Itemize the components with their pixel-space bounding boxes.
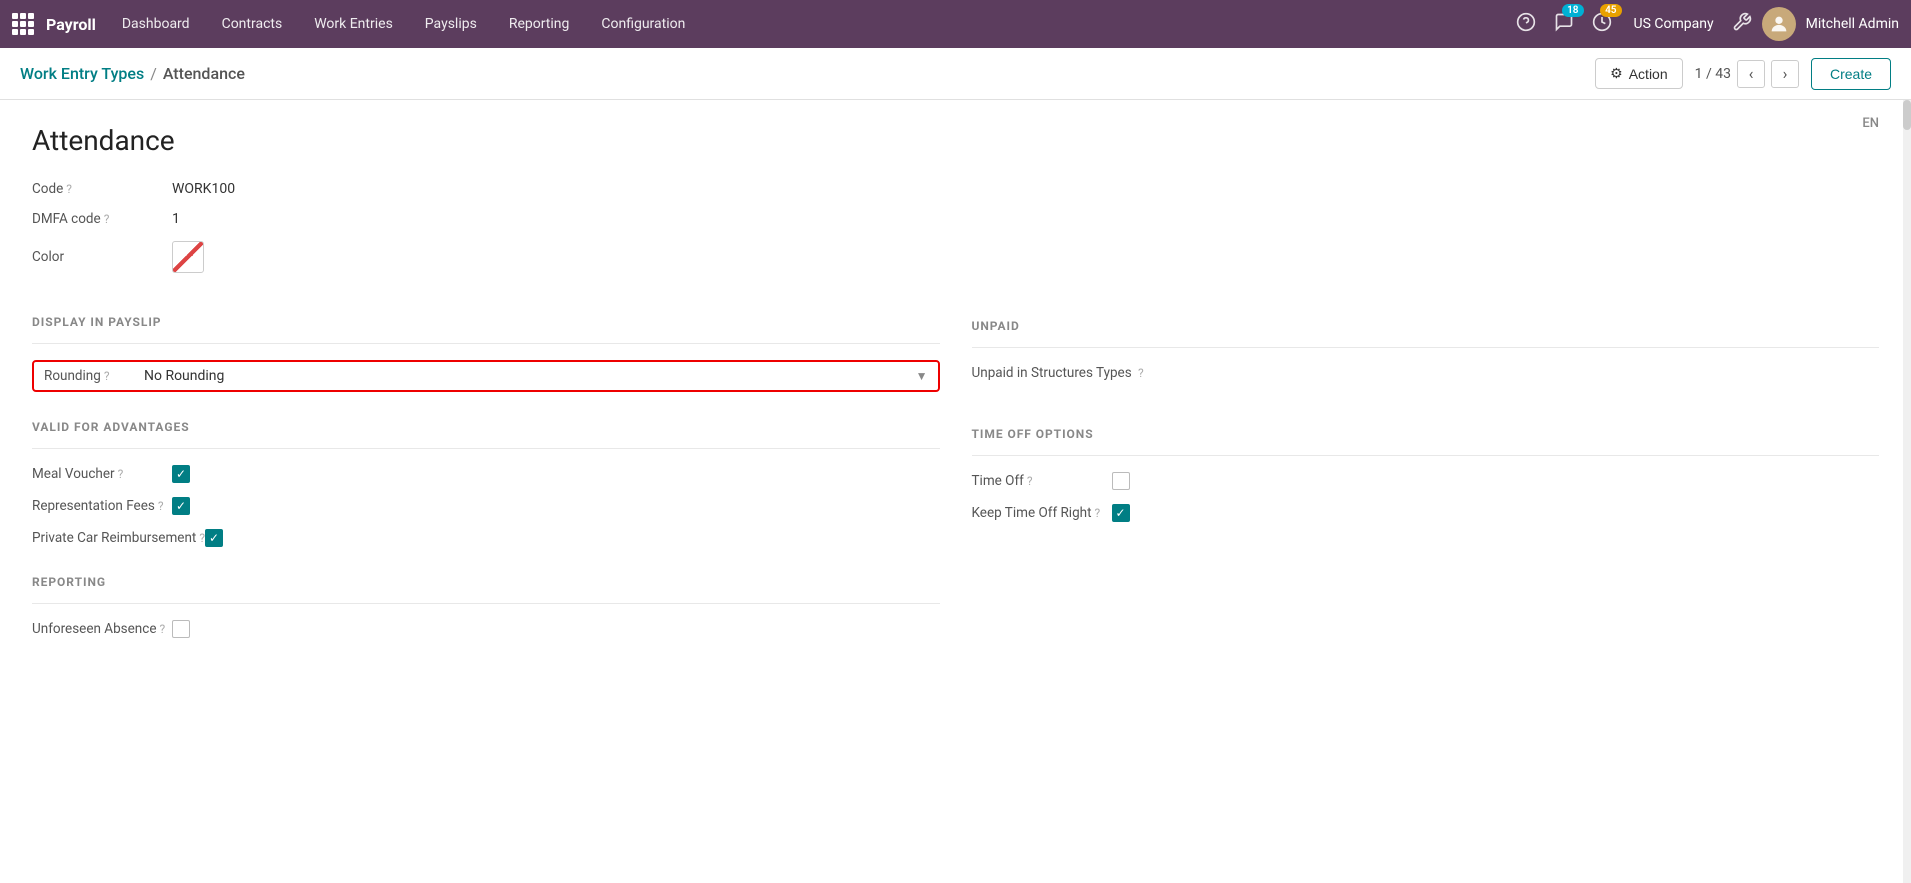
nav-reporting[interactable]: Reporting bbox=[495, 10, 584, 38]
private-car-checkbox[interactable]: ✓ bbox=[205, 529, 223, 547]
meal-voucher-checkbox[interactable]: ✓ bbox=[172, 465, 190, 483]
settings-icon[interactable] bbox=[1732, 12, 1752, 37]
user-avatar[interactable] bbox=[1762, 7, 1796, 41]
main-content: EN Attendance Code ? WORK100 DMFA code ?… bbox=[0, 100, 1911, 883]
unpaid-header: UNPAID bbox=[972, 311, 1880, 333]
color-field-row: Color bbox=[32, 241, 1879, 273]
gear-icon: ⚙ bbox=[1610, 65, 1623, 82]
unforeseen-absence-checkbox[interactable] bbox=[172, 620, 190, 638]
nav-icons-group: 18 45 US Company Mitchell Admin bbox=[1512, 7, 1899, 41]
color-swatch[interactable] bbox=[172, 241, 204, 273]
unpaid-structures-field-row: Unpaid in Structures Types ? bbox=[972, 364, 1880, 383]
app-logo[interactable]: Payroll bbox=[12, 13, 96, 35]
company-selector[interactable]: US Company bbox=[1626, 16, 1722, 32]
toolbar-actions: ⚙ Action 1 / 43 ‹ › Create bbox=[1595, 58, 1891, 90]
time-off-checkbox[interactable] bbox=[1112, 472, 1130, 490]
nav-dashboard[interactable]: Dashboard bbox=[108, 10, 204, 38]
representation-fees-label: Representation Fees ? bbox=[32, 498, 172, 514]
form-grid: DISPLAY IN PAYSLIP Rounding ? No Roundin… bbox=[32, 287, 1879, 652]
breadcrumb-separator: / bbox=[150, 64, 157, 83]
dmfa-value: 1 bbox=[172, 211, 180, 227]
top-navigation: Payroll Dashboard Contracts Work Entries… bbox=[0, 0, 1911, 48]
scrollbar-thumb[interactable] bbox=[1903, 100, 1911, 130]
time-off-label: Time Off ? bbox=[972, 473, 1112, 489]
display-in-payslip-header: DISPLAY IN PAYSLIP bbox=[32, 307, 940, 329]
time-off-help-icon[interactable]: ? bbox=[1027, 474, 1033, 488]
unpaid-structures-text: Unpaid in Structures Types ? bbox=[972, 364, 1144, 383]
rounding-value: No Rounding bbox=[144, 368, 224, 384]
pager-next-button[interactable]: › bbox=[1771, 60, 1799, 88]
reporting-header: REPORTING bbox=[32, 567, 940, 589]
create-button[interactable]: Create bbox=[1811, 58, 1891, 90]
dmfa-label: DMFA code ? bbox=[32, 211, 172, 227]
time-off-options-header: TIME OFF OPTIONS bbox=[972, 419, 1880, 441]
form-left-column: DISPLAY IN PAYSLIP Rounding ? No Roundin… bbox=[32, 287, 940, 652]
meal-voucher-label: Meal Voucher ? bbox=[32, 466, 172, 482]
private-car-label: Private Car Reimbursement ? bbox=[32, 530, 205, 546]
nav-payslips[interactable]: Payslips bbox=[411, 10, 491, 38]
breadcrumb: Work Entry Types / Attendance bbox=[20, 64, 245, 83]
dmfa-help-icon[interactable]: ? bbox=[104, 212, 110, 226]
dmfa-field-row: DMFA code ? 1 bbox=[32, 211, 1879, 227]
nav-work-entries[interactable]: Work Entries bbox=[300, 10, 407, 38]
messages-icon[interactable]: 18 bbox=[1550, 8, 1578, 41]
rounding-label: Rounding ? bbox=[44, 368, 144, 384]
alerts-icon[interactable]: 45 bbox=[1588, 8, 1616, 41]
code-value: WORK100 bbox=[172, 181, 235, 197]
nav-contracts[interactable]: Contracts bbox=[208, 10, 297, 38]
representation-fees-field-row: Representation Fees ? ✓ bbox=[32, 497, 940, 515]
dropdown-arrow-icon: ▼ bbox=[916, 369, 928, 383]
action-button[interactable]: ⚙ Action bbox=[1595, 58, 1682, 89]
username-label[interactable]: Mitchell Admin bbox=[1806, 16, 1899, 32]
rounding-select[interactable]: No Rounding ▼ bbox=[144, 368, 928, 384]
keep-time-off-label: Keep Time Off Right ? bbox=[972, 505, 1112, 521]
app-name: Payroll bbox=[46, 15, 96, 34]
code-help-icon[interactable]: ? bbox=[66, 182, 72, 196]
rounding-help-icon[interactable]: ? bbox=[104, 369, 110, 383]
pager-text: 1 / 43 bbox=[1695, 66, 1731, 82]
pager-prev-button[interactable]: ‹ bbox=[1737, 60, 1765, 88]
unforeseen-absence-help-icon[interactable]: ? bbox=[160, 622, 166, 636]
alerts-badge: 45 bbox=[1600, 4, 1621, 17]
keep-time-off-field-row: Keep Time Off Right ? ✓ bbox=[972, 504, 1880, 522]
rounding-field-container: Rounding ? No Rounding ▼ bbox=[32, 360, 940, 392]
support-icon[interactable] bbox=[1512, 8, 1540, 41]
form-right-column: UNPAID Unpaid in Structures Types ? TIME… bbox=[972, 287, 1880, 652]
action-label: Action bbox=[1629, 66, 1668, 82]
breadcrumb-current: Attendance bbox=[163, 64, 245, 83]
representation-fees-checkbox[interactable]: ✓ bbox=[172, 497, 190, 515]
keep-time-off-checkbox[interactable]: ✓ bbox=[1112, 504, 1130, 522]
time-off-field-row: Time Off ? bbox=[972, 472, 1880, 490]
code-label: Code ? bbox=[32, 181, 172, 197]
unforeseen-absence-field-row: Unforeseen Absence ? bbox=[32, 620, 940, 638]
unpaid-structures-help-icon[interactable]: ? bbox=[1138, 366, 1144, 380]
unpaid-structures-label: Unpaid in Structures Types ? bbox=[972, 364, 1192, 383]
meal-voucher-field-row: Meal Voucher ? ✓ bbox=[32, 465, 940, 483]
scrollbar-track[interactable] bbox=[1903, 100, 1911, 883]
private-car-field-row: Private Car Reimbursement ? ✓ bbox=[32, 529, 940, 547]
code-field-row: Code ? WORK100 bbox=[32, 181, 1879, 197]
record-title: Attendance bbox=[32, 124, 1879, 157]
color-label: Color bbox=[32, 249, 172, 265]
valid-for-advantages-header: VALID FOR ADVANTAGES bbox=[32, 412, 940, 434]
messages-badge: 18 bbox=[1562, 4, 1583, 17]
language-badge: EN bbox=[1862, 116, 1879, 131]
breadcrumb-bar: Work Entry Types / Attendance ⚙ Action 1… bbox=[0, 48, 1911, 100]
keep-time-off-help-icon[interactable]: ? bbox=[1095, 506, 1101, 520]
record-pager: 1 / 43 ‹ › bbox=[1695, 60, 1799, 88]
breadcrumb-parent[interactable]: Work Entry Types bbox=[20, 64, 144, 83]
nav-configuration[interactable]: Configuration bbox=[587, 10, 699, 38]
representation-fees-help-icon[interactable]: ? bbox=[158, 499, 164, 513]
unforeseen-absence-label: Unforeseen Absence ? bbox=[32, 621, 172, 637]
meal-voucher-help-icon[interactable]: ? bbox=[118, 467, 124, 481]
grid-icon bbox=[12, 13, 34, 35]
